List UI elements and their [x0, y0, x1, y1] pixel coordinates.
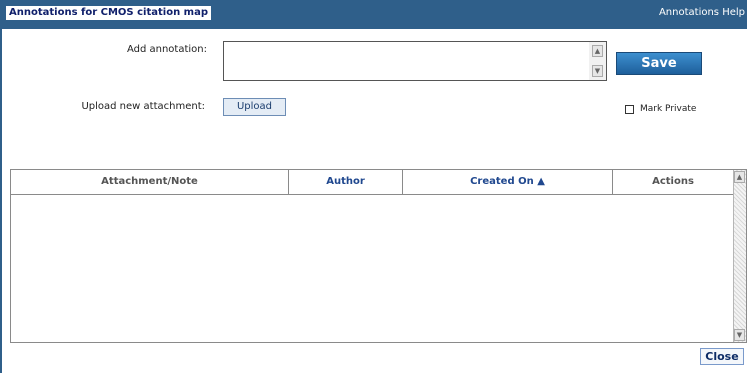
table-header: Attachment/Note Author Created On ▲ Acti…: [11, 170, 734, 195]
arrow-down-icon[interactable]: ▼: [592, 65, 603, 77]
column-actions: Actions: [613, 170, 734, 194]
annotation-textarea-wrapper: ▲ ▼: [223, 41, 607, 81]
table-scrollbar[interactable]: ▲ ▼: [733, 170, 746, 342]
annotation-scrollbar[interactable]: ▲ ▼: [589, 42, 606, 80]
mark-private-option[interactable]: Mark Private: [625, 102, 696, 114]
upload-attachment-label: Upload new attachment:: [81, 101, 205, 112]
save-button[interactable]: Save: [616, 52, 702, 75]
annotations-help-link[interactable]: Annotations Help: [659, 6, 745, 20]
column-author[interactable]: Author: [289, 170, 403, 194]
annotations-table: Attachment/Note Author Created On ▲ Acti…: [10, 169, 747, 343]
annotation-textarea[interactable]: [224, 42, 589, 80]
title-bar: Annotations for CMOS citation map Annota…: [0, 0, 747, 29]
arrow-up-icon[interactable]: ▲: [592, 45, 603, 57]
checkbox-icon[interactable]: [625, 104, 634, 114]
column-attachment-note[interactable]: Attachment/Note: [11, 170, 289, 194]
arrow-down-icon[interactable]: ▼: [734, 329, 745, 341]
table-body: [11, 195, 734, 342]
mark-private-label: Mark Private: [640, 104, 697, 114]
arrow-up-icon[interactable]: ▲: [734, 171, 745, 183]
close-button[interactable]: Close: [700, 348, 744, 365]
dialog-title: Annotations for CMOS citation map: [6, 6, 212, 20]
column-created-on[interactable]: Created On ▲: [403, 170, 613, 194]
window-frame-left: [0, 29, 2, 373]
upload-button[interactable]: Upload: [223, 98, 286, 116]
add-annotation-label: Add annotation:: [126, 44, 207, 55]
